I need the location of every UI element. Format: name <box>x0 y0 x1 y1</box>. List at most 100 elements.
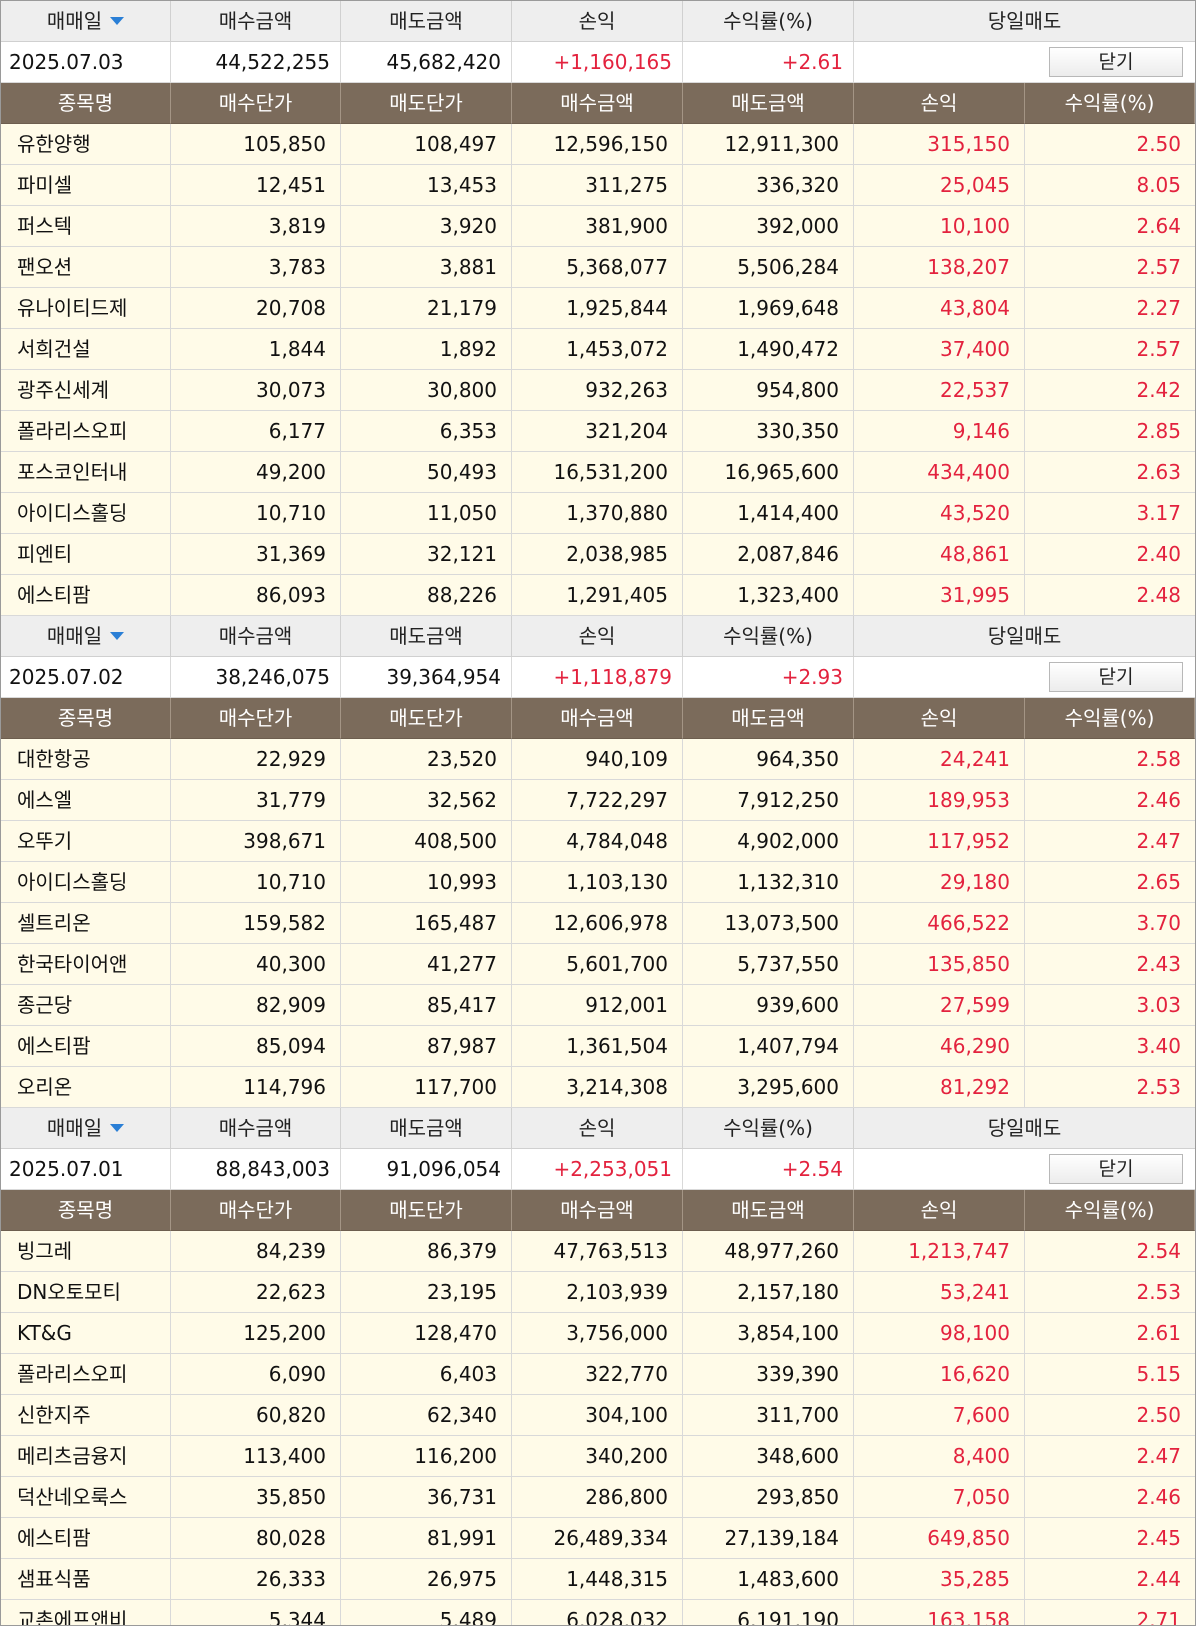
return-rate: 2.43 <box>1025 944 1195 985</box>
buy-amount-header: 매수금액 <box>512 1190 683 1231</box>
buy-price: 86,093 <box>171 575 341 616</box>
summary-buy-amount: 44,522,255 <box>171 42 341 83</box>
table-row[interactable]: 에스티팜 86,093 88,226 1,291,405 1,323,400 3… <box>1 575 1195 616</box>
table-row[interactable]: 에스엘 31,779 32,562 7,722,297 7,912,250 18… <box>1 780 1195 821</box>
summary-header-row: 매매일 매수금액 매도금액 손익 수익률(%) 당일매도 <box>1 1108 1195 1149</box>
table-row[interactable]: 파미셀 12,451 13,453 311,275 336,320 25,045… <box>1 165 1195 206</box>
close-button[interactable]: 닫기 <box>1049 662 1183 692</box>
buy-price: 22,623 <box>171 1272 341 1313</box>
buy-amount: 1,361,504 <box>512 1026 683 1067</box>
table-row[interactable]: 폴라리스오피 6,090 6,403 322,770 339,390 16,62… <box>1 1354 1195 1395</box>
sell-amount: 293,850 <box>683 1477 854 1518</box>
table-row[interactable]: 폴라리스오피 6,177 6,353 321,204 330,350 9,146… <box>1 411 1195 452</box>
profit: 163,158 <box>854 1600 1025 1625</box>
profit-header: 손익 <box>854 1190 1025 1231</box>
summary-header-row: 매매일 매수금액 매도금액 손익 수익률(%) 당일매도 <box>1 1 1195 42</box>
profit: 37,400 <box>854 329 1025 370</box>
sell-price: 6,403 <box>341 1354 512 1395</box>
sell-price-header: 매도단가 <box>341 698 512 739</box>
table-row[interactable]: 에스티팜 80,028 81,991 26,489,334 27,139,184… <box>1 1518 1195 1559</box>
profit: 649,850 <box>854 1518 1025 1559</box>
table-row[interactable]: 퍼스텍 3,819 3,920 381,900 392,000 10,100 2… <box>1 206 1195 247</box>
table-row[interactable]: 팬오션 3,783 3,881 5,368,077 5,506,284 138,… <box>1 247 1195 288</box>
sell-amount: 16,965,600 <box>683 452 854 493</box>
sell-amount: 1,323,400 <box>683 575 854 616</box>
stock-name: 서희건설 <box>1 329 171 370</box>
summary-return-rate: +2.61 <box>683 42 854 83</box>
table-row[interactable]: 아이디스홀딩 10,710 10,993 1,103,130 1,132,310… <box>1 862 1195 903</box>
table-row[interactable]: 서희건설 1,844 1,892 1,453,072 1,490,472 37,… <box>1 329 1195 370</box>
summary-row[interactable]: 2025.07.03 44,522,255 45,682,420 +1,160,… <box>1 42 1195 83</box>
buy-price: 35,850 <box>171 1477 341 1518</box>
table-row[interactable]: 대한항공 22,929 23,520 940,109 964,350 24,24… <box>1 739 1195 780</box>
sell-price: 87,987 <box>341 1026 512 1067</box>
return-rate-header: 수익률(%) <box>1025 83 1195 124</box>
close-button[interactable]: 닫기 <box>1049 47 1183 77</box>
table-row[interactable]: 에스티팜 85,094 87,987 1,361,504 1,407,794 4… <box>1 1026 1195 1067</box>
sell-amount: 964,350 <box>683 739 854 780</box>
buy-price: 114,796 <box>171 1067 341 1108</box>
table-row[interactable]: 덕산네오룩스 35,850 36,731 286,800 293,850 7,0… <box>1 1477 1195 1518</box>
table-row[interactable]: 광주신세계 30,073 30,800 932,263 954,800 22,5… <box>1 370 1195 411</box>
table-row[interactable]: 종근당 82,909 85,417 912,001 939,600 27,599… <box>1 985 1195 1026</box>
close-button[interactable]: 닫기 <box>1049 1154 1183 1184</box>
buy-amount: 5,601,700 <box>512 944 683 985</box>
buy-price: 30,073 <box>171 370 341 411</box>
stock-name: 퍼스텍 <box>1 206 171 247</box>
sell-price: 88,226 <box>341 575 512 616</box>
table-row[interactable]: 신한지주 60,820 62,340 304,100 311,700 7,600… <box>1 1395 1195 1436</box>
sell-price: 50,493 <box>341 452 512 493</box>
buy-price: 125,200 <box>171 1313 341 1354</box>
stock-name: 유나이티드제 <box>1 288 171 329</box>
stock-name: 아이디스홀딩 <box>1 493 171 534</box>
buy-amount: 912,001 <box>512 985 683 1026</box>
summary-row[interactable]: 2025.07.02 38,246,075 39,364,954 +1,118,… <box>1 657 1195 698</box>
table-row[interactable]: 메리츠금융지 113,400 116,200 340,200 348,600 8… <box>1 1436 1195 1477</box>
table-row[interactable]: 교촌에프앤비 5,344 5,489 6,028,032 6,191,190 1… <box>1 1600 1195 1625</box>
sell-amount: 48,977,260 <box>683 1231 854 1272</box>
summary-action-cell: 닫기 <box>854 1149 1195 1190</box>
sell-amount: 2,157,180 <box>683 1272 854 1313</box>
table-row[interactable]: 유한양행 105,850 108,497 12,596,150 12,911,3… <box>1 124 1195 165</box>
table-row[interactable]: 한국타이어앤 40,300 41,277 5,601,700 5,737,550… <box>1 944 1195 985</box>
sort-down-icon[interactable] <box>110 632 125 640</box>
sell-amount: 336,320 <box>683 165 854 206</box>
summary-action-cell: 닫기 <box>854 42 1195 83</box>
sell-amount-header: 매도금액 <box>341 1108 512 1149</box>
trade-date-header[interactable]: 매매일 <box>1 1108 171 1149</box>
table-row[interactable]: 피엔티 31,369 32,121 2,038,985 2,087,846 48… <box>1 534 1195 575</box>
table-row[interactable]: KT&G 125,200 128,470 3,756,000 3,854,100… <box>1 1313 1195 1354</box>
sell-price: 165,487 <box>341 903 512 944</box>
return-rate-header: 수익률(%) <box>683 616 854 657</box>
buy-amount: 932,263 <box>512 370 683 411</box>
sort-down-icon[interactable] <box>110 1124 125 1132</box>
table-row[interactable]: 샘표식품 26,333 26,975 1,448,315 1,483,600 3… <box>1 1559 1195 1600</box>
stock-name: 팬오션 <box>1 247 171 288</box>
trade-history-table: 매매일 매수금액 매도금액 손익 수익률(%) 당일매도 2025.07.03 … <box>0 0 1196 1626</box>
sell-price: 3,881 <box>341 247 512 288</box>
table-row[interactable]: 포스코인터내 49,200 50,493 16,531,200 16,965,6… <box>1 452 1195 493</box>
buy-price: 22,929 <box>171 739 341 780</box>
stock-name: 덕산네오룩스 <box>1 1477 171 1518</box>
buy-amount-header: 매수금액 <box>512 698 683 739</box>
table-row[interactable]: 오뚜기 398,671 408,500 4,784,048 4,902,000 … <box>1 821 1195 862</box>
table-row[interactable]: 셀트리온 159,582 165,487 12,606,978 13,073,5… <box>1 903 1195 944</box>
summary-sell-amount: 39,364,954 <box>341 657 512 698</box>
table-row[interactable]: 빙그레 84,239 86,379 47,763,513 48,977,260 … <box>1 1231 1195 1272</box>
table-row[interactable]: 오리온 114,796 117,700 3,214,308 3,295,600 … <box>1 1067 1195 1108</box>
buy-amount: 7,722,297 <box>512 780 683 821</box>
return-rate: 2.63 <box>1025 452 1195 493</box>
sell-price: 116,200 <box>341 1436 512 1477</box>
table-row[interactable]: 유나이티드제 20,708 21,179 1,925,844 1,969,648… <box>1 288 1195 329</box>
buy-amount: 1,291,405 <box>512 575 683 616</box>
stock-name: 폴라리스오피 <box>1 1354 171 1395</box>
sell-price: 128,470 <box>341 1313 512 1354</box>
return-rate: 2.50 <box>1025 124 1195 165</box>
table-row[interactable]: 아이디스홀딩 10,710 11,050 1,370,880 1,414,400… <box>1 493 1195 534</box>
sort-down-icon[interactable] <box>110 17 125 25</box>
trade-date-header[interactable]: 매매일 <box>1 1 171 42</box>
summary-row[interactable]: 2025.07.01 88,843,003 91,096,054 +2,253,… <box>1 1149 1195 1190</box>
buy-price: 12,451 <box>171 165 341 206</box>
table-row[interactable]: DN오토모티 22,623 23,195 2,103,939 2,157,180… <box>1 1272 1195 1313</box>
trade-date-header[interactable]: 매매일 <box>1 616 171 657</box>
